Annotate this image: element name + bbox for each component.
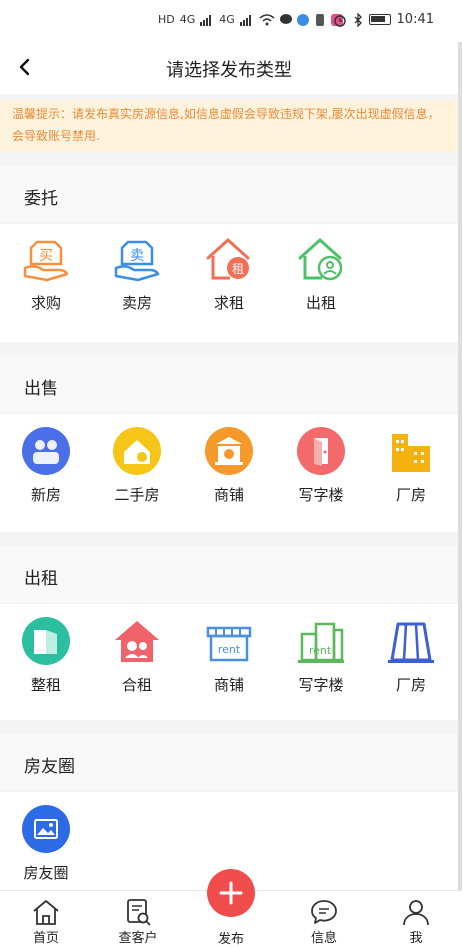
tab-customers-label: 查客户 <box>118 931 158 946</box>
second-hand-house-icon <box>113 427 161 475</box>
section-title-rent: 出租 <box>0 546 458 602</box>
signal-4g-indicator: 4G <box>179 13 196 26</box>
tab-home-label: 首页 <box>32 931 59 946</box>
sale-office-label: 写字楼 <box>298 486 344 504</box>
status-right-icons: 10:41 <box>333 12 434 27</box>
publish-button[interactable] <box>207 869 255 917</box>
buy-icon: 买 <box>23 240 69 282</box>
entrust-buy-label: 求购 <box>30 294 61 312</box>
rent-office-item[interactable]: rent 写字楼 <box>286 616 356 695</box>
sale-new-house-item[interactable]: 新房 <box>11 426 81 505</box>
scrollbar[interactable] <box>458 42 462 922</box>
bluetooth-icon <box>354 12 362 27</box>
entrust-seek-rent-label: 求租 <box>213 294 244 312</box>
rent-factory-label: 厂房 <box>395 676 426 694</box>
tab-customers[interactable]: 查客户 <box>92 891 184 948</box>
seek-rent-icon: 租 <box>206 237 250 280</box>
svg-text:rent: rent <box>309 644 332 657</box>
rent-shared-label: 合租 <box>121 676 152 694</box>
tab-publish-label: 发布 <box>217 932 244 947</box>
rent-shared-item[interactable]: 合租 <box>102 616 172 695</box>
sell-icon: 卖 <box>114 240 160 282</box>
entrust-rent-out-label: 出租 <box>305 294 336 312</box>
signal-4g-indicator-2: 4G <box>219 13 235 26</box>
warning-notice: 温馨提示：请发布真实房源信息,如信息虚假会导致违规下架,屡次出现虚假信息，会导致… <box>0 100 458 152</box>
rent-office-label: 写字楼 <box>298 676 344 694</box>
customer-search-icon <box>127 899 151 926</box>
sale-second-hand-item[interactable]: 二手房 <box>102 426 172 505</box>
wifi-icon <box>259 14 275 26</box>
rent-whole-item[interactable]: 整租 <box>11 616 81 695</box>
message-icon <box>311 900 337 924</box>
sale-second-hand-label: 二手房 <box>114 486 160 504</box>
plus-icon <box>219 881 243 905</box>
app-notification-icon-2 <box>315 14 324 26</box>
user-icon <box>403 900 429 926</box>
shop-rent-icon: rent <box>206 626 252 662</box>
sale-shop-item[interactable]: 商铺 <box>194 426 264 505</box>
hd-indicator: HD <box>158 13 175 26</box>
chat-notification-icon <box>279 14 292 24</box>
svg-text:卖: 卖 <box>130 248 144 264</box>
svg-text:买: 买 <box>39 248 53 264</box>
svg-text:租: 租 <box>232 262 244 276</box>
section-entrust: 买 求购 卖 卖房 租 求租 出租 <box>0 224 458 342</box>
entrust-sell-item[interactable]: 卖 卖房 <box>102 234 172 313</box>
factory-rent-icon <box>388 622 434 663</box>
section-sale: 新房 二手房 商铺 写字楼 厂房 <box>0 414 458 532</box>
signal-icon-2 <box>239 15 251 26</box>
tab-home[interactable]: 首页 <box>0 891 92 948</box>
new-house-icon <box>22 427 70 475</box>
rent-shop-label: 商铺 <box>213 676 244 694</box>
section-rent: 整租 合租 rent 商铺 rent 写字楼 厂房 <box>0 604 458 720</box>
section-title-entrust: 委托 <box>0 166 458 222</box>
app-notification-icon <box>296 14 309 26</box>
sale-factory-item[interactable]: 厂房 <box>376 426 446 505</box>
entrust-sell-label: 卖房 <box>121 294 152 312</box>
rent-shop-item[interactable]: rent 商铺 <box>194 616 264 695</box>
nav-bar: 请选择发布类型 <box>0 42 458 94</box>
tab-messages[interactable]: 信息 <box>278 891 370 948</box>
shop-icon <box>205 427 253 475</box>
signal-icon <box>200 15 212 26</box>
entrust-seek-rent-item[interactable]: 租 求租 <box>194 234 264 313</box>
circle-feed-item[interactable]: 房友圈 <box>11 804 81 883</box>
battery-icon <box>368 14 391 25</box>
svg-text:rent: rent <box>218 643 241 656</box>
home-icon <box>33 900 59 925</box>
tab-messages-label: 信息 <box>310 931 337 946</box>
alarm-icon <box>333 14 346 27</box>
status-bar: HD 4G 4G 10:41 <box>0 0 462 42</box>
status-left-icons: HD 4G 4G <box>158 12 343 28</box>
section-title-sale: 出售 <box>0 356 458 412</box>
whole-rent-icon <box>22 617 70 665</box>
bottom-tab-bar: 首页 查客户 发布 信息 我 <box>0 869 462 948</box>
entrust-buy-item[interactable]: 买 求购 <box>11 234 81 313</box>
rent-whole-label: 整租 <box>30 676 61 694</box>
circle-feed-label: 房友圈 <box>23 864 69 882</box>
section-title-circle: 房友圈 <box>0 734 458 790</box>
rent-out-icon <box>298 237 343 281</box>
sale-shop-label: 商铺 <box>213 486 244 504</box>
rent-factory-item[interactable]: 厂房 <box>376 616 446 695</box>
status-time: 10:41 <box>396 12 434 27</box>
factory-icon <box>392 434 430 472</box>
office-rent-icon: rent <box>298 622 344 663</box>
shared-rent-icon <box>115 621 159 662</box>
sale-factory-label: 厂房 <box>395 486 426 504</box>
page-title: 请选择发布类型 <box>166 60 292 81</box>
photo-icon <box>22 805 70 853</box>
sale-new-house-label: 新房 <box>30 486 61 504</box>
office-icon <box>297 427 345 475</box>
sale-office-item[interactable]: 写字楼 <box>286 426 356 505</box>
tab-me[interactable]: 我 <box>370 891 462 948</box>
tab-me-label: 我 <box>409 931 423 946</box>
entrust-rent-out-item[interactable]: 出租 <box>286 234 356 313</box>
